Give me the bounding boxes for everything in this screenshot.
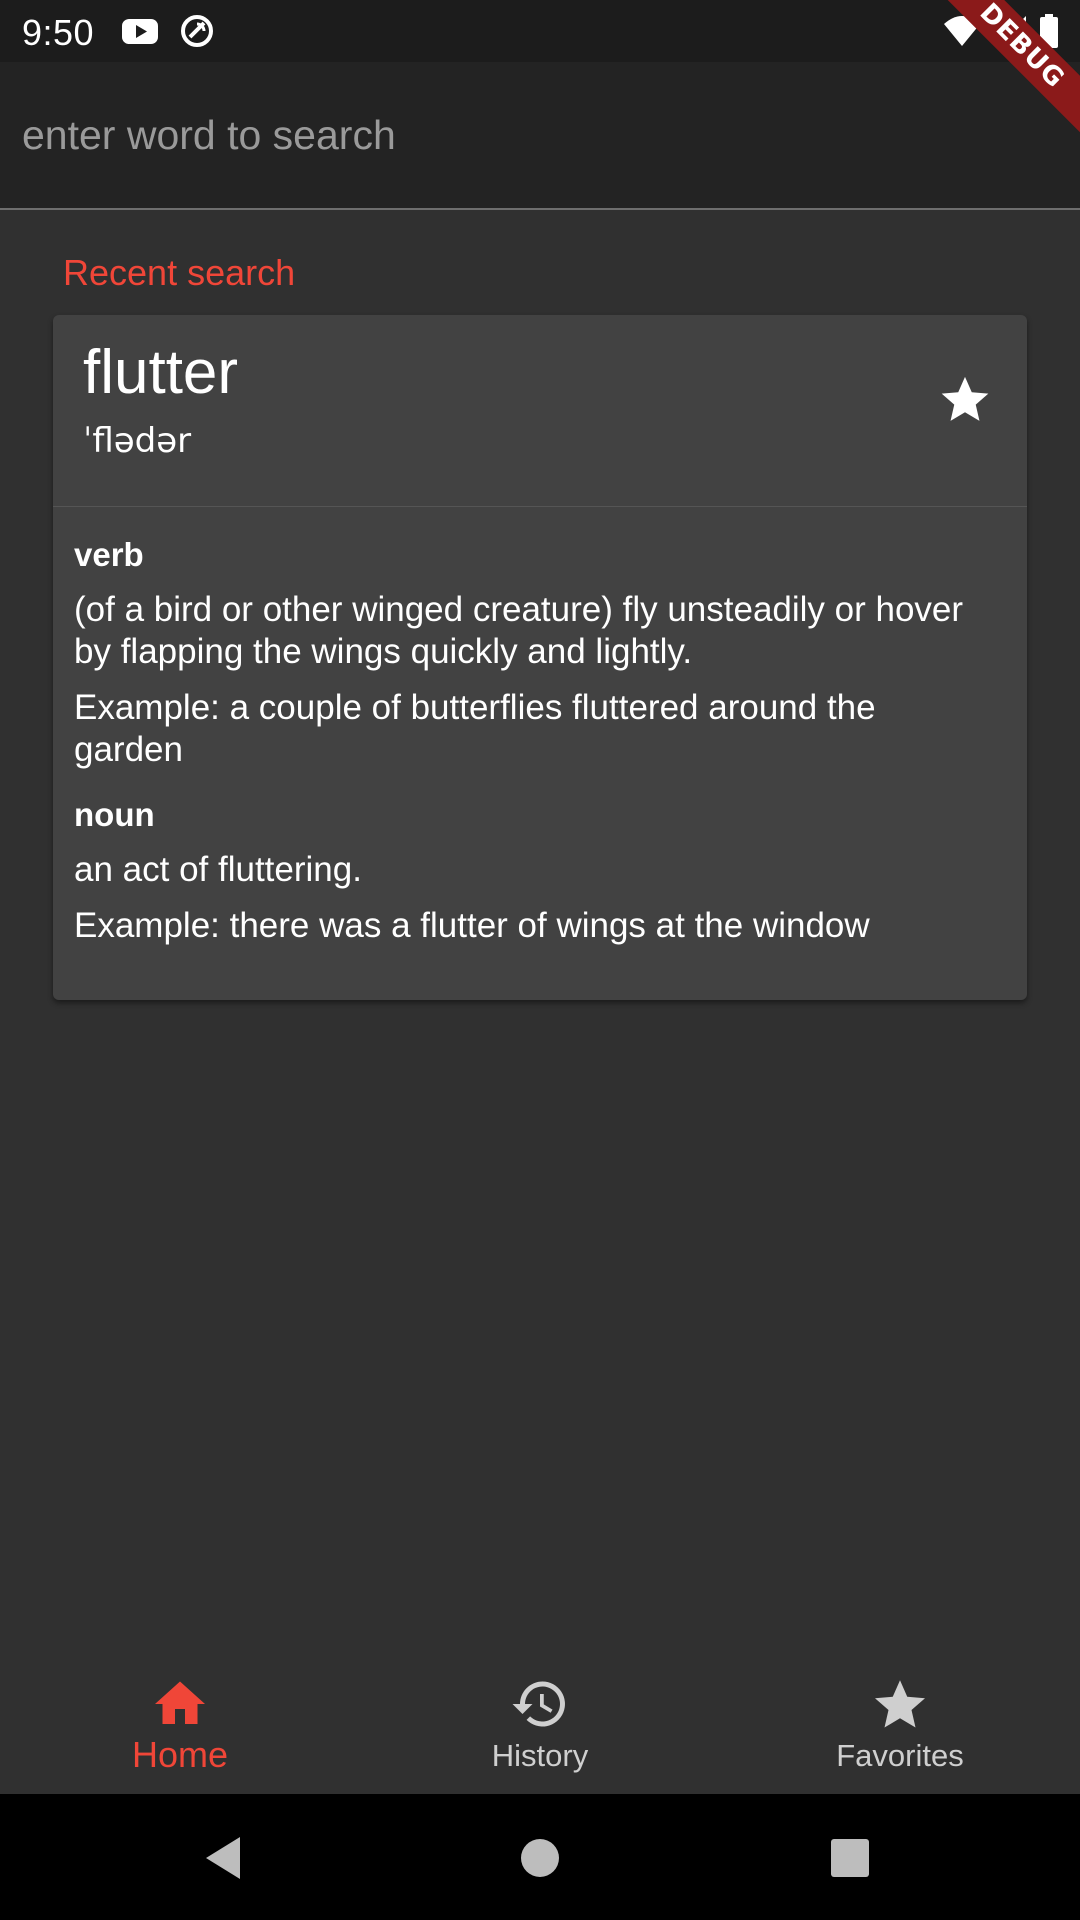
system-navigation-bar: [0, 1794, 1080, 1920]
recent-search-label: Recent search: [63, 252, 296, 293]
nav-item-favorites[interactable]: Favorites: [720, 1636, 1080, 1794]
definition-text: (of a bird or other winged creature) fly…: [74, 590, 964, 671]
sync-icon: [181, 15, 213, 47]
example-text: Example: there was a flutter of wings at…: [74, 906, 870, 945]
nav-item-home[interactable]: Home: [0, 1636, 360, 1794]
back-icon[interactable]: [198, 1831, 252, 1885]
search-input[interactable]: [22, 100, 1022, 170]
star-icon: [875, 1680, 925, 1728]
word-card[interactable]: flutter ˈflədər verb (of a bird or other…: [53, 315, 1027, 1000]
part-of-speech: verb: [74, 536, 144, 573]
youtube-icon: [122, 19, 158, 44]
nav-item-history[interactable]: History: [360, 1636, 720, 1794]
nav-label-favorites: Favorites: [836, 1738, 964, 1773]
example-text: Example: a couple of butterflies flutter…: [74, 688, 876, 769]
definition-text: an act of fluttering.: [74, 850, 362, 889]
nav-label-history: History: [491, 1738, 589, 1773]
home-circle-icon[interactable]: [513, 1831, 567, 1885]
recents-icon[interactable]: [823, 1831, 877, 1885]
app-screen: 9:50 DEBUG Recent search flutter ˈfl: [0, 0, 1080, 1920]
meaning-block: noun an act of fluttering. Example: ther…: [74, 793, 994, 947]
meaning-block: verb (of a bird or other winged creature…: [74, 533, 994, 771]
status-bar: 9:50: [0, 0, 1080, 62]
part-of-speech: noun: [74, 796, 155, 833]
search-bar: [0, 62, 1080, 210]
history-icon: [512, 1681, 565, 1727]
word-card-header: flutter ˈflədər: [53, 315, 1027, 507]
bottom-navigation: Home History Favorites: [0, 1636, 1080, 1794]
favorite-button[interactable]: [935, 369, 995, 429]
star-icon: [941, 376, 989, 421]
home-icon: [155, 1681, 205, 1724]
word-title: flutter: [83, 338, 239, 407]
word-card-body: verb (of a bird or other winged creature…: [74, 533, 994, 947]
word-phonetic: ˈflədər: [83, 421, 192, 461]
nav-label-home: Home: [131, 1734, 229, 1775]
status-time: 9:50: [22, 12, 95, 53]
